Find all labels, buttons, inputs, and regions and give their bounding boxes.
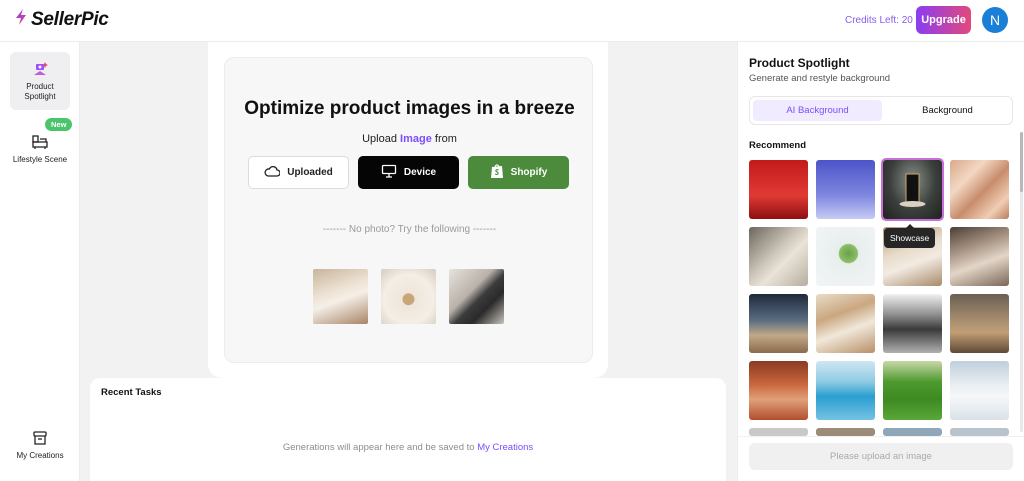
shopify-button[interactable]: Shopify	[468, 156, 569, 189]
background-tile[interactable]	[950, 428, 1009, 436]
sample-image-handbag[interactable]	[449, 269, 504, 324]
cloud-icon	[264, 165, 281, 180]
archive-icon	[32, 430, 48, 449]
new-badge: New	[45, 118, 73, 131]
upload-from-text: Upload Image from	[362, 133, 457, 145]
background-mode-tabs: AI Background Background	[749, 96, 1013, 125]
tab-ai-background[interactable]: AI Background	[753, 100, 882, 121]
device-button[interactable]: Device	[358, 156, 459, 189]
background-tile[interactable]	[883, 428, 942, 436]
credits-left: Credits Left: 20	[845, 15, 913, 26]
showcase-tooltip: Showcase	[884, 224, 936, 248]
sidebar-item-product-spotlight[interactable]: Product Spotlight	[10, 52, 70, 110]
upload-image-highlight: Image	[400, 133, 432, 145]
background-tile[interactable]	[950, 361, 1009, 420]
app-name: SellerPic	[31, 8, 109, 30]
background-tile[interactable]	[749, 160, 808, 219]
sidebar-label-product-spotlight: Product Spotlight	[24, 82, 56, 101]
background-tile[interactable]	[950, 160, 1009, 219]
product-spotlight-icon	[31, 61, 49, 80]
panel-footer: Please upload an image	[738, 436, 1024, 481]
monitor-icon	[381, 164, 397, 181]
tab-background[interactable]: Background	[883, 100, 1012, 121]
recent-tasks-panel: Recent Tasks Generations will appear her…	[90, 378, 726, 481]
no-photo-divider: ------- No photo? Try the following ----…	[322, 224, 497, 235]
upload-dropzone[interactable]: Optimize product images in a breeze Uplo…	[224, 57, 593, 363]
background-tile-showcase[interactable]	[881, 158, 944, 221]
background-tile[interactable]	[816, 428, 875, 436]
recent-tasks-title: Recent Tasks	[101, 387, 162, 398]
sample-image-armchair[interactable]	[313, 269, 368, 324]
top-header: SellerPic Credits Left: 20 Upgrade N	[0, 0, 1024, 42]
background-tile[interactable]	[749, 227, 808, 286]
sofa-icon	[31, 134, 49, 153]
uploaded-label: Uploaded	[287, 167, 333, 178]
background-tile[interactable]	[749, 361, 808, 420]
please-upload-button[interactable]: Please upload an image	[749, 443, 1013, 470]
avatar[interactable]: N	[982, 7, 1008, 33]
background-tile[interactable]	[816, 294, 875, 353]
recommend-label: Recommend	[749, 140, 807, 151]
panel-title: Product Spotlight	[749, 56, 850, 70]
recent-tasks-empty-state: Generations will appear here and be save…	[282, 442, 534, 453]
upgrade-button[interactable]: Upgrade	[916, 6, 971, 34]
background-tile[interactable]	[816, 361, 875, 420]
background-tile[interactable]	[883, 361, 942, 420]
logo[interactable]: SellerPic	[14, 8, 109, 31]
right-panel: Product Spotlight Generate and restyle b…	[737, 42, 1024, 481]
uploaded-button[interactable]: Uploaded	[248, 156, 349, 189]
background-tile[interactable]	[749, 428, 808, 436]
sample-image-perfume[interactable]	[381, 269, 436, 324]
my-creations-link[interactable]: My Creations	[477, 442, 533, 453]
device-label: Device	[403, 167, 437, 178]
background-tile[interactable]	[950, 227, 1009, 286]
panel-scrollbar-thumb[interactable]	[1020, 132, 1023, 192]
background-tile[interactable]	[950, 294, 1009, 353]
background-tile[interactable]	[749, 294, 808, 353]
shopify-icon	[490, 163, 504, 182]
sidebar-item-lifestyle-scene[interactable]: Lifestyle Scene	[10, 134, 70, 165]
sellerpic-logo-icon	[14, 8, 28, 31]
sidebar-item-my-creations[interactable]: My Creations	[10, 430, 70, 461]
panel-subtitle: Generate and restyle background	[749, 73, 891, 84]
background-tile[interactable]	[883, 294, 942, 353]
left-sidebar: Product Spotlight Lifestyle Scene My Crea…	[0, 42, 80, 481]
sidebar-label-lifestyle-scene: Lifestyle Scene	[12, 155, 68, 164]
background-tile[interactable]	[816, 160, 875, 219]
shopify-label: Shopify	[510, 167, 548, 178]
background-tile[interactable]	[816, 227, 875, 286]
page-title: Optimize product images in a breeze	[244, 98, 575, 119]
showcase-pedestal-icon	[899, 173, 926, 207]
sidebar-label-my-creations: My Creations	[16, 451, 64, 460]
